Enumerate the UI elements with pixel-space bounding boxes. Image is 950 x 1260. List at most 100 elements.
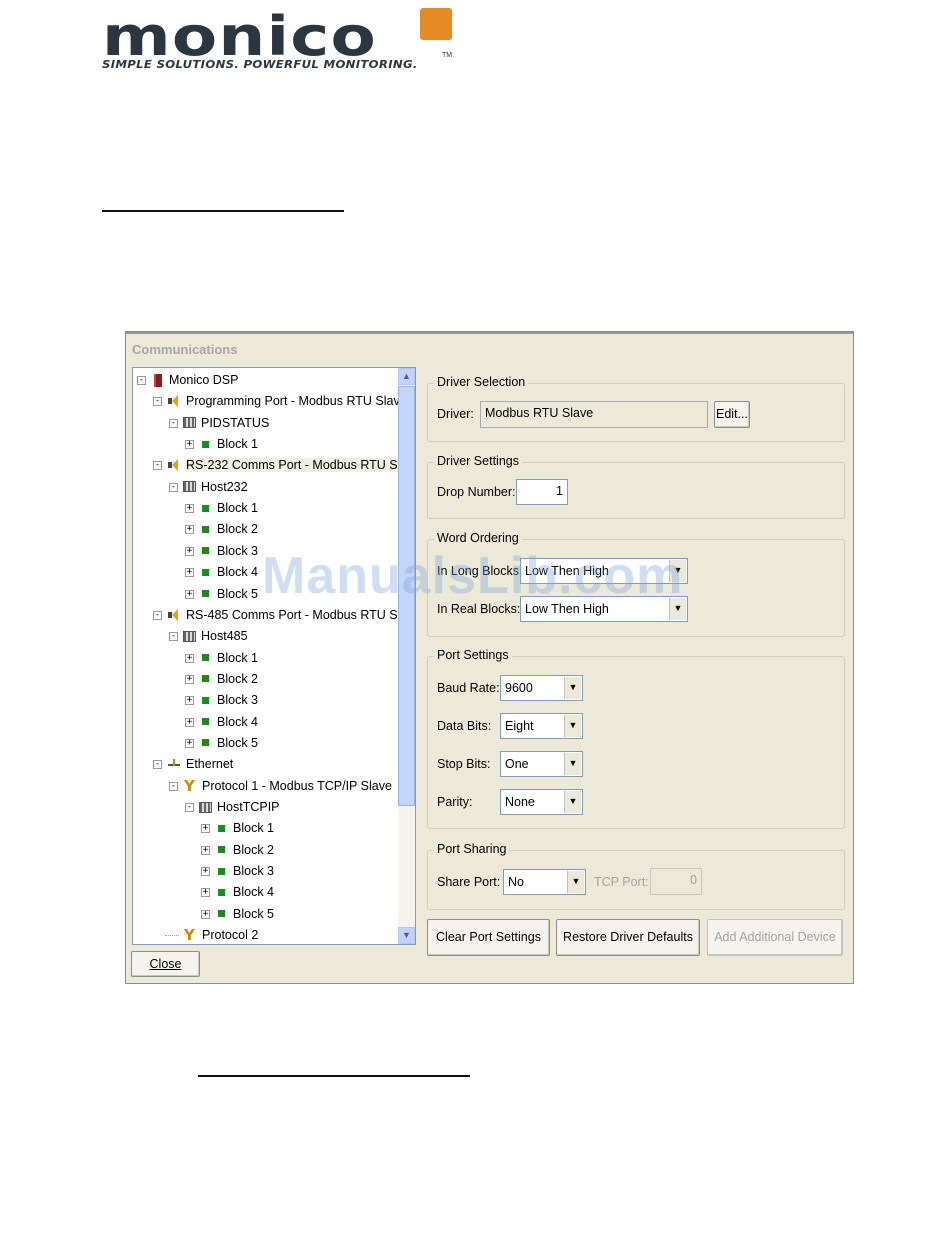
tree-node[interactable]: Block 1 bbox=[215, 818, 274, 838]
tree-node-label: Block 2 bbox=[217, 522, 258, 537]
scroll-up-button[interactable]: ▲ bbox=[398, 368, 415, 385]
collapse-icon[interactable]: - bbox=[169, 632, 178, 642]
share-port-select[interactable]: No ▼ bbox=[503, 869, 586, 895]
tree-node[interactable]: Programming Port - Modbus RTU Slave bbox=[167, 391, 407, 411]
expand-icon[interactable]: + bbox=[201, 888, 210, 898]
chevron-down-icon[interactable]: ▼ bbox=[564, 715, 581, 737]
tree-node[interactable]: Block 1 bbox=[199, 648, 258, 668]
collapse-icon[interactable]: - bbox=[169, 781, 178, 791]
collapse-icon[interactable]: - bbox=[137, 376, 146, 385]
block-icon bbox=[218, 867, 225, 875]
tree-node-label: RS-232 Comms Port - Modbus RTU Slave bbox=[186, 458, 415, 473]
collapse-icon[interactable]: - bbox=[153, 610, 162, 620]
tree-node[interactable]: Block 1 bbox=[199, 434, 258, 454]
expand-icon[interactable]: + bbox=[201, 867, 210, 877]
expand-icon[interactable]: + bbox=[201, 845, 210, 855]
expand-icon[interactable]: + bbox=[185, 653, 194, 663]
data-bits-select[interactable]: Eight ▼ bbox=[500, 713, 583, 739]
expand-icon[interactable]: + bbox=[185, 696, 194, 706]
port-sharing-group: Port Sharing Share Port: No ▼ TCP Port: … bbox=[427, 842, 845, 910]
clear-port-settings-button[interactable]: Clear Port Settings bbox=[427, 919, 550, 956]
tree-node[interactable]: Protocol 2 bbox=[183, 925, 258, 944]
driver-settings-group: Driver Settings Drop Number: 1 bbox=[427, 454, 845, 519]
tree-node[interactable]: Block 5 bbox=[199, 733, 258, 753]
tree-node[interactable]: Block 3 bbox=[199, 690, 258, 710]
tree-node[interactable]: Block 2 bbox=[199, 669, 258, 689]
port-icon bbox=[167, 394, 181, 408]
tree-node[interactable]: Host232 bbox=[183, 477, 248, 497]
tree-node[interactable]: Ethernet bbox=[167, 754, 233, 774]
tree-node-label: Block 5 bbox=[233, 906, 274, 921]
stop-bits-label: Stop Bits: bbox=[437, 757, 491, 771]
scroll-down-button[interactable]: ▼ bbox=[398, 927, 415, 944]
tree-node[interactable]: HostTCPIP bbox=[199, 797, 280, 817]
collapse-icon[interactable]: - bbox=[153, 760, 162, 770]
tree-node[interactable]: Block 4 bbox=[199, 562, 258, 582]
collapse-icon[interactable]: - bbox=[153, 397, 162, 407]
watermark: ManualsLib.com bbox=[262, 547, 684, 605]
tcp-port-input[interactable]: 0 bbox=[650, 868, 702, 895]
tree-node[interactable]: Block 4 bbox=[199, 712, 258, 732]
tree-node[interactable]: Block 3 bbox=[215, 861, 274, 881]
logo-tagline: SIMPLE SOLUTIONS. POWERFUL MONITORING. bbox=[102, 58, 418, 71]
expand-icon[interactable]: + bbox=[185, 568, 194, 578]
stop-bits-select[interactable]: One ▼ bbox=[500, 751, 583, 777]
expand-icon[interactable]: + bbox=[185, 546, 194, 556]
edit-driver-button[interactable]: Edit... bbox=[714, 401, 750, 428]
chevron-down-icon[interactable]: ▼ bbox=[564, 753, 581, 775]
expand-icon[interactable]: + bbox=[185, 717, 194, 727]
tree-node-label: HostTCPIP bbox=[217, 800, 280, 814]
close-button[interactable]: Close bbox=[131, 951, 200, 977]
chevron-down-icon[interactable]: ▼ bbox=[567, 871, 584, 893]
tree-node[interactable]: Block 5 bbox=[199, 584, 258, 604]
collapse-icon[interactable]: - bbox=[169, 482, 178, 492]
tree-node[interactable]: Block 5 bbox=[215, 904, 274, 924]
tree-node-label: Block 1 bbox=[217, 650, 258, 665]
expand-icon[interactable]: + bbox=[185, 525, 194, 535]
collapse-icon[interactable]: - bbox=[153, 461, 162, 471]
chevron-down-icon[interactable]: ▼ bbox=[564, 791, 581, 813]
block-icon bbox=[202, 590, 209, 597]
expand-icon[interactable]: + bbox=[185, 440, 194, 450]
tree-scrollbar[interactable]: ▲ ▼ bbox=[398, 368, 415, 944]
tree-node[interactable]: PIDSTATUS bbox=[183, 413, 269, 433]
tree-node-label: Block 5 bbox=[217, 735, 258, 750]
collapse-icon[interactable]: - bbox=[169, 418, 178, 428]
driver-selection-group: Driver Selection Driver: Modbus RTU Slav… bbox=[427, 375, 845, 442]
tree-node[interactable]: Block 3 bbox=[199, 541, 258, 561]
host-icon bbox=[183, 481, 196, 493]
parity-select[interactable]: None ▼ bbox=[500, 789, 583, 815]
tree-node[interactable]: RS-485 Comms Port - Modbus RTU Slave bbox=[167, 605, 415, 625]
tree-node[interactable]: Block 1 bbox=[199, 498, 258, 518]
chevron-down-icon[interactable]: ▼ bbox=[564, 677, 581, 699]
tree-node[interactable]: Protocol 1 - Modbus TCP/IP Slave bbox=[183, 776, 392, 796]
expand-icon[interactable]: + bbox=[185, 738, 194, 748]
tree-node[interactable]: Host485 bbox=[183, 626, 248, 646]
protocol-icon bbox=[183, 777, 197, 795]
expand-icon[interactable]: + bbox=[185, 589, 194, 599]
comms-tree[interactable]: Monico DSP - Programming Port - Modbus RTU… bbox=[132, 367, 416, 945]
collapse-icon[interactable]: - bbox=[185, 803, 194, 812]
tree-node[interactable]: Block 2 bbox=[215, 840, 274, 860]
add-additional-device-button[interactable]: Add Additional Device bbox=[707, 919, 843, 956]
block-icon bbox=[218, 910, 225, 918]
expand-icon[interactable]: + bbox=[185, 504, 194, 514]
restore-driver-defaults-button[interactable]: Restore Driver Defaults bbox=[556, 919, 700, 956]
expand-icon[interactable]: + bbox=[201, 824, 210, 834]
drop-number-input[interactable]: 1 bbox=[516, 479, 568, 505]
tree-node[interactable]: Block 2 bbox=[199, 519, 258, 539]
baud-rate-select[interactable]: 9600 ▼ bbox=[500, 675, 583, 701]
block-icon bbox=[218, 824, 225, 832]
tcp-port-label: TCP Port: bbox=[594, 875, 649, 889]
tree-node-label: Block 3 bbox=[217, 543, 258, 558]
tree-node[interactable]: Monico DSP bbox=[151, 370, 238, 390]
expand-icon[interactable]: + bbox=[201, 909, 210, 919]
tree-node[interactable]: Block 4 bbox=[215, 882, 274, 902]
tree-node[interactable]: RS-232 Comms Port - Modbus RTU Slave bbox=[167, 455, 415, 475]
tree-node-label: Programming Port - Modbus RTU Slave bbox=[186, 394, 407, 409]
host-icon bbox=[183, 417, 196, 429]
baud-rate-value: 9600 bbox=[505, 681, 533, 695]
driver-label: Driver: bbox=[437, 407, 474, 421]
driver-field: Modbus RTU Slave bbox=[480, 401, 708, 428]
expand-icon[interactable]: + bbox=[185, 674, 194, 684]
